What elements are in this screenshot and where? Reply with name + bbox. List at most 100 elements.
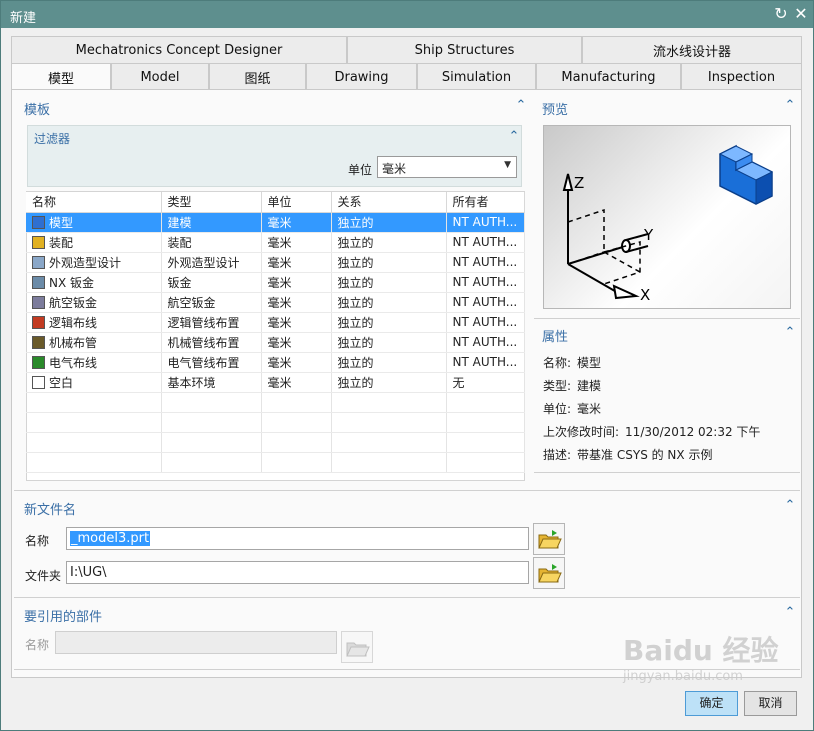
cell-type: 装配: [161, 232, 262, 253]
tab-inspection[interactable]: Inspection: [681, 63, 802, 90]
model-part-icon: [32, 215, 45, 229]
new-file-section-title: 新文件名: [24, 503, 77, 518]
cell-name: 机械布管: [26, 332, 162, 353]
collapse-chevron-icon[interactable]: ⌃: [783, 606, 797, 620]
cell-unit-text: 毫米: [267, 295, 292, 310]
tab-ship-structures[interactable]: Ship Structures: [347, 36, 582, 63]
reset-icon[interactable]: ↻: [771, 4, 791, 24]
empty-row: [26, 452, 525, 473]
cell-owner-text: NT AUTH...: [452, 355, 518, 369]
cell-owner: NT AUTH...: [446, 272, 525, 293]
watermark-url: jingyan.baidu.com: [623, 669, 743, 684]
table-row[interactable]: NX 钣金 钣金 毫米 独立的 NT AUTH...: [26, 272, 525, 293]
property-row: 上次修改时间: 11/30/2012 02:32 下午: [543, 423, 760, 440]
table-row[interactable]: 电气布线 电气管线布置 毫米 独立的 NT AUTH...: [26, 352, 525, 373]
column-header-type[interactable]: 类型: [161, 192, 262, 213]
cell-name-text: 装配: [49, 235, 74, 250]
cell-relation: 独立的: [331, 312, 447, 333]
folder-input[interactable]: I:\UG\: [66, 561, 529, 584]
z-axis-label: Z: [574, 174, 584, 192]
empty-cell: [446, 452, 525, 473]
property-label: 上次修改时间:: [543, 425, 620, 439]
divider: [534, 472, 800, 473]
column-header-name[interactable]: 名称: [26, 192, 162, 213]
cell-unit: 毫米: [261, 212, 332, 233]
empty-cell: [26, 452, 162, 473]
electrical-routing-icon: [32, 355, 45, 369]
divider: [14, 490, 800, 491]
table-row[interactable]: 模型 建模 毫米 独立的 NT AUTH...: [26, 212, 525, 233]
tab-model-cn[interactable]: 模型: [11, 63, 111, 91]
empty-cell: [161, 412, 262, 433]
table-row[interactable]: 空白 基本环境 毫米 独立的 无: [26, 372, 525, 393]
cell-relation: 独立的: [331, 292, 447, 313]
cell-relation: 独立的: [331, 332, 447, 353]
tab-drawing[interactable]: Drawing: [306, 63, 417, 90]
cell-unit: 毫米: [261, 332, 332, 353]
column-header-owner[interactable]: 所有者: [446, 192, 525, 213]
empty-cell: [261, 412, 332, 433]
tab-manufacturing[interactable]: Manufacturing: [536, 63, 681, 90]
browse-name-button[interactable]: [533, 523, 565, 555]
collapse-chevron-icon[interactable]: ⌃: [783, 99, 797, 113]
cell-name: 装配: [26, 232, 162, 253]
cell-type-text: 建模: [167, 215, 192, 230]
cell-unit: 毫米: [261, 292, 332, 313]
title-bar: 新建 ↻ ✕: [1, 1, 813, 28]
property-value: 带基准 CSYS 的 NX 示例: [577, 448, 713, 462]
cell-name: 空白: [26, 372, 162, 393]
tab-line-designer[interactable]: 流水线设计器: [582, 36, 802, 63]
unit-select[interactable]: 毫米 ▼: [377, 156, 517, 178]
close-icon[interactable]: ✕: [791, 4, 811, 24]
collapse-chevron-icon[interactable]: ⌃: [507, 130, 521, 144]
collapse-chevron-icon[interactable]: ⌃: [783, 326, 797, 340]
property-label: 描述:: [543, 448, 572, 462]
cell-owner-text: NT AUTH...: [452, 335, 518, 349]
cell-relation: 独立的: [331, 372, 447, 393]
column-header-unit[interactable]: 单位: [261, 192, 332, 213]
preview-section-title: 预览: [542, 103, 569, 118]
tab-simulation[interactable]: Simulation: [417, 63, 536, 90]
cell-name-text: 模型: [49, 215, 74, 230]
collapse-chevron-icon[interactable]: ⌃: [514, 99, 528, 113]
ok-button[interactable]: 确定: [685, 691, 738, 716]
column-header-relation[interactable]: 关系: [331, 192, 447, 213]
empty-cell: [261, 392, 332, 413]
table-row[interactable]: 机械布管 机械管线布置 毫米 独立的 NT AUTH...: [26, 332, 525, 353]
tab-mechatronics[interactable]: Mechatronics Concept Designer: [11, 36, 347, 63]
cell-owner-text: NT AUTH...: [452, 315, 518, 329]
table-row[interactable]: 外观造型设计 外观造型设计 毫米 独立的 NT AUTH...: [26, 252, 525, 273]
cell-name-text: 机械布管: [49, 335, 98, 350]
cell-owner: NT AUTH...: [446, 232, 525, 253]
cell-type: 外观造型设计: [161, 252, 262, 273]
empty-cell: [26, 392, 162, 413]
unit-select-value: 毫米: [382, 162, 407, 176]
cell-owner-text: NT AUTH...: [452, 255, 518, 269]
collapse-chevron-icon[interactable]: ⌃: [783, 499, 797, 513]
table-row[interactable]: 逻辑布线 逻辑管线布置 毫米 独立的 NT AUTH...: [26, 312, 525, 333]
browse-folder-button[interactable]: [533, 557, 565, 589]
table-row[interactable]: 装配 装配 毫米 独立的 NT AUTH...: [26, 232, 525, 253]
table-row[interactable]: 航空钣金 航空钣金 毫米 独立的 NT AUTH...: [26, 292, 525, 313]
cell-name-text: 逻辑布线: [49, 315, 98, 330]
mechanical-routing-icon: [32, 335, 45, 349]
cell-unit: 毫米: [261, 272, 332, 293]
empty-cell: [161, 432, 262, 453]
tab-model[interactable]: Model: [111, 63, 209, 90]
dropdown-arrow-icon: ▼: [504, 160, 511, 170]
empty-cell: [446, 412, 525, 433]
property-label: 类型:: [543, 379, 572, 393]
tab-drawing-cn[interactable]: 图纸: [209, 63, 306, 90]
cell-type: 建模: [161, 212, 262, 233]
cell-type: 电气管线布置: [161, 352, 262, 373]
cell-owner-text: NT AUTH...: [452, 275, 518, 289]
cell-owner: NT AUTH...: [446, 352, 525, 373]
cell-unit-text: 毫米: [267, 275, 292, 290]
cancel-button[interactable]: 取消: [744, 691, 797, 716]
open-folder-icon: [538, 564, 562, 583]
new-file-dialog: 新建 ↻ ✕ Mechatronics Concept Designer Shi…: [0, 0, 814, 731]
cell-name-text: 航空钣金: [49, 295, 98, 310]
y-axis-label: Y: [643, 226, 654, 244]
filename-input[interactable]: _model3.prt: [66, 527, 529, 550]
tab-row-top: Mechatronics Concept Designer Ship Struc…: [11, 36, 802, 63]
